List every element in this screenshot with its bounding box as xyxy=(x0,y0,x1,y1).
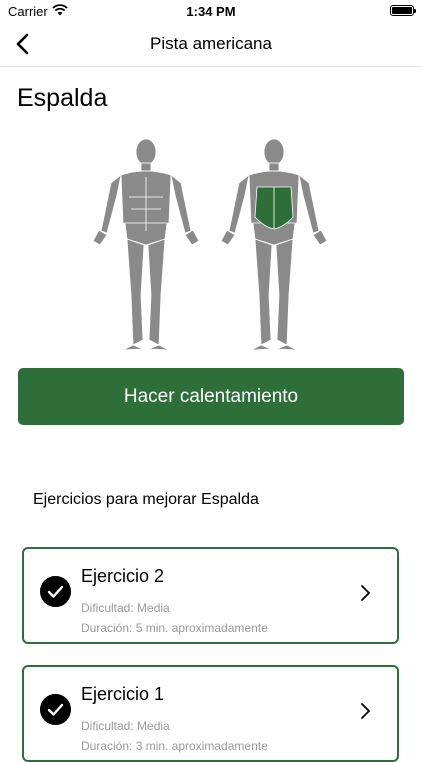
checkmark-icon xyxy=(40,576,71,607)
nav-title: Pista americana xyxy=(150,34,272,53)
exercise-name: Ejercicio 1 xyxy=(81,684,165,704)
exercise-card[interactable]: Ejercicio 2 Dificultad: Media Duración: … xyxy=(22,547,399,644)
body-figures xyxy=(92,138,328,351)
clock: 1:34 PM xyxy=(186,4,236,19)
page-title: Espalda xyxy=(17,84,108,112)
navigation-bar: Pista americana xyxy=(0,22,422,67)
exercise-card[interactable]: Ejercicio 1 Dificultad: Media Duración: … xyxy=(22,665,399,762)
checkmark-icon xyxy=(40,694,71,725)
exercise-duration: Duración: 5 min. aproximadamente xyxy=(81,621,268,635)
section-title: Ejercicios para mejorar Espalda xyxy=(33,491,259,508)
warmup-button[interactable]: Hacer calentamiento xyxy=(18,368,404,425)
exercise-difficulty: Dificultad: Media xyxy=(81,719,170,733)
battery-icon xyxy=(390,5,416,16)
back-body-figure xyxy=(220,138,328,351)
front-body-figure xyxy=(92,138,200,351)
status-bar: Carrier 1:34 PM xyxy=(0,0,422,22)
exercise-name: Ejercicio 2 xyxy=(81,566,165,586)
exercise-duration: Duración: 3 min. aproximadamente xyxy=(81,739,268,753)
chevron-right-icon xyxy=(361,703,370,719)
exercise-difficulty: Dificultad: Media xyxy=(81,601,170,615)
chevron-right-icon xyxy=(361,585,370,601)
